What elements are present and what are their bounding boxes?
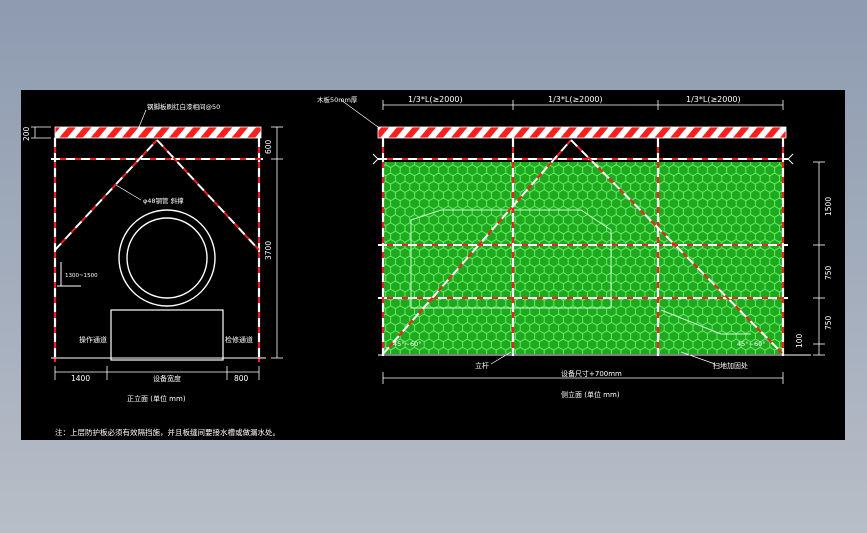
cad-drawing-canvas: 钢脚板刷红白漆相间@50 φ48钢管 斜撑 200 600 3700 1300~… xyxy=(21,90,845,440)
side-view-title: 侧立面 (单位 mm) xyxy=(561,390,620,399)
side-sweep-label: 扫地加固处 xyxy=(713,361,748,370)
front-right-passage: 检修通道 xyxy=(225,335,253,344)
side-span-2: 1/3*L(≥2000) xyxy=(548,95,603,104)
side-top-plank xyxy=(377,126,787,139)
side-span-3: 1/3*L(≥2000) xyxy=(686,95,741,104)
side-angle-right: 45°~60° xyxy=(737,340,766,348)
front-dim-600: 600 xyxy=(264,139,273,154)
equipment-base xyxy=(110,309,224,361)
front-left-passage: 操作通道 xyxy=(79,335,107,344)
equipment-outline xyxy=(118,209,216,307)
side-dim-100: 100 xyxy=(795,333,804,348)
front-view-title: 正立面 (单位 mm) xyxy=(127,394,186,403)
front-view: 钢脚板刷红白漆相间@50 φ48钢管 斜撑 200 600 3700 1300~… xyxy=(22,102,283,403)
side-view: 木板50mm厚 1/3*L(≥2000) 1/3*L(≥2000) 1/3*L(… xyxy=(317,95,833,399)
front-dim-right: 800 xyxy=(234,374,249,383)
side-dim-750a: 750 xyxy=(824,265,833,280)
front-bar-gap: 1300~1500 xyxy=(65,273,98,279)
side-length-label: 设备尺寸+700mm xyxy=(561,369,622,378)
side-dim-1500: 1500 xyxy=(824,197,833,216)
front-top-label: 钢脚板刷红白漆相间@50 xyxy=(147,102,220,111)
scaffold-drawing: 钢脚板刷红白漆相间@50 φ48钢管 斜撑 200 600 3700 1300~… xyxy=(22,95,833,437)
side-plank-label: 木板50mm厚 xyxy=(317,95,358,104)
side-post-label: 立杆 xyxy=(475,361,489,370)
side-span-1: 1/3*L(≥2000) xyxy=(408,95,463,104)
side-dim-750b: 750 xyxy=(824,315,833,330)
front-dim-middle: 设备宽度 xyxy=(153,374,181,383)
front-dim-left: 1400 xyxy=(71,374,90,383)
drawing-note: 注：上层防护板必须有效隔挡施，并且板缝间要接水槽或做漏水处。 xyxy=(55,427,280,437)
front-brace-label: φ48钢管 斜撑 xyxy=(143,196,184,205)
side-angle-left: 45°~60° xyxy=(393,340,422,348)
front-dim-200: 200 xyxy=(22,126,31,141)
front-dim-3700: 3700 xyxy=(264,241,273,260)
front-top-plank xyxy=(54,126,262,139)
